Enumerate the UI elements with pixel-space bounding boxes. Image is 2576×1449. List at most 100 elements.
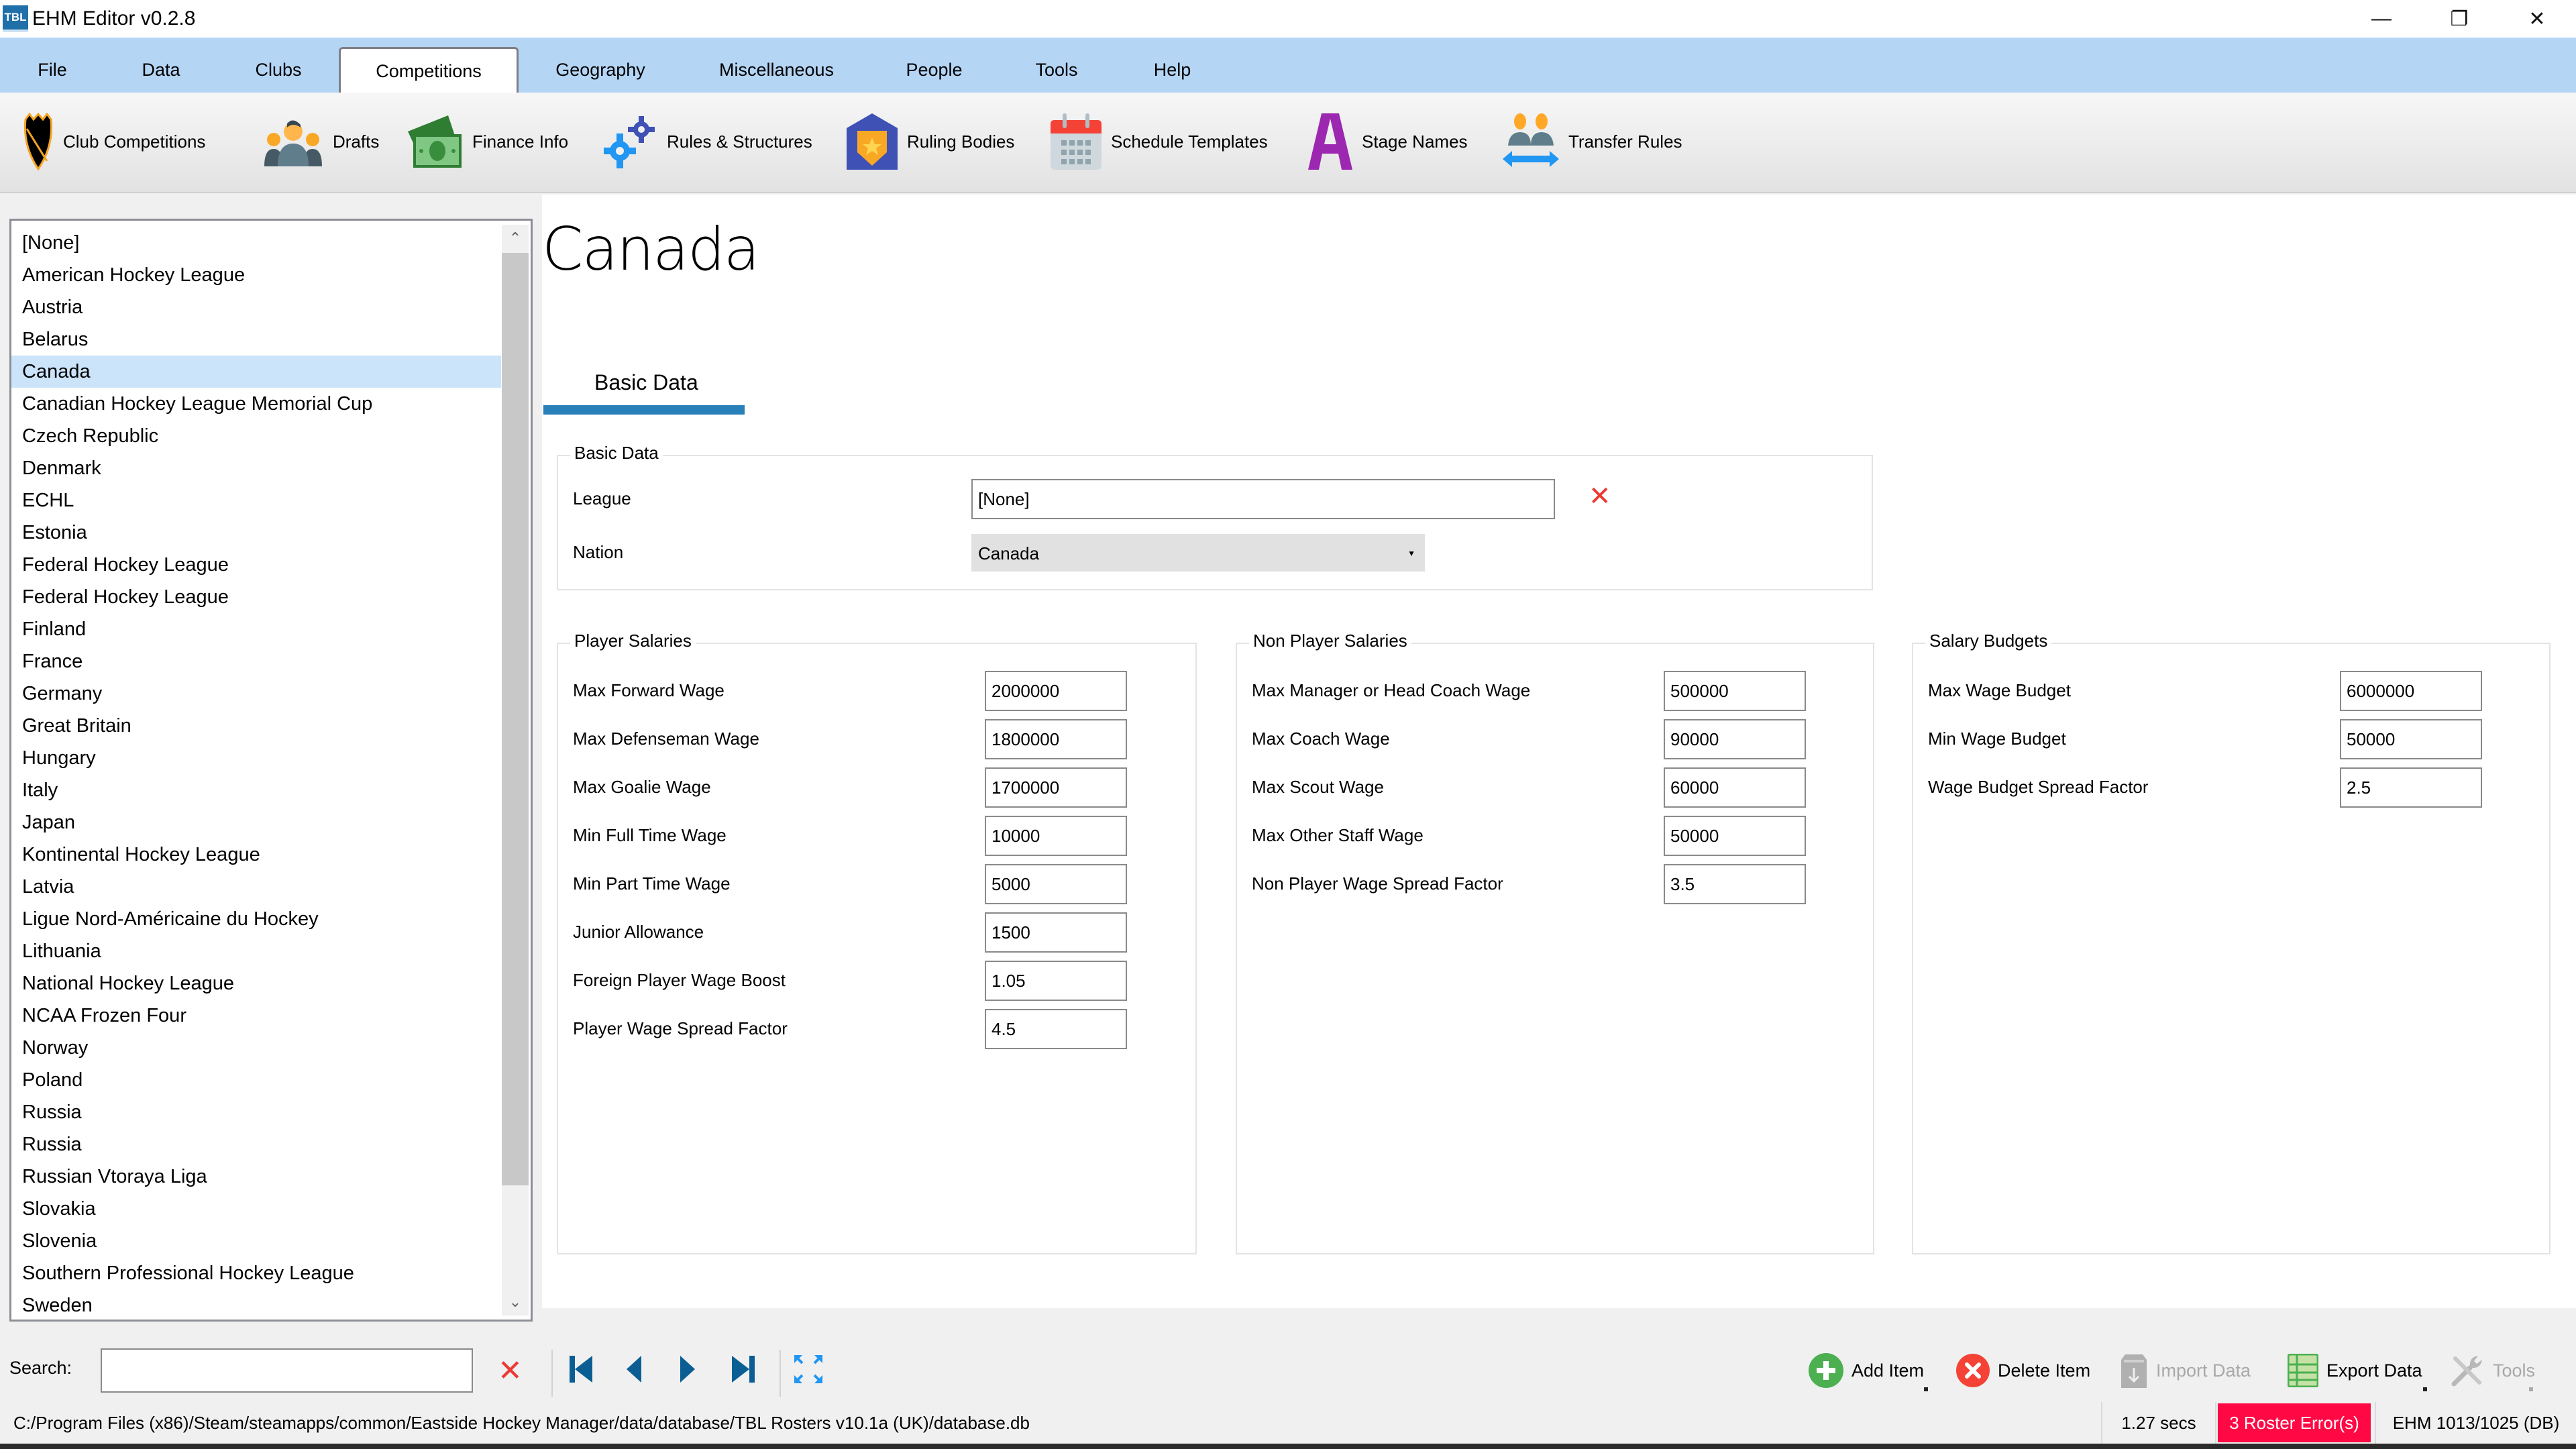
player-salary-input[interactable] (985, 864, 1127, 904)
list-item[interactable]: France (11, 645, 501, 678)
list-item[interactable]: Belarus (11, 323, 501, 356)
list-item[interactable]: American Hockey League (11, 259, 501, 291)
scrollbar-thumb[interactable] (502, 253, 529, 1185)
tab-tools[interactable]: Tools (1013, 47, 1100, 93)
previous-record-button[interactable] (617, 1352, 651, 1386)
player-salary-input[interactable] (985, 719, 1127, 759)
list-item[interactable]: ECHL (11, 484, 501, 517)
expand-button[interactable] (792, 1352, 825, 1386)
list-item[interactable]: Kontinental Hockey League (11, 839, 501, 871)
search-input[interactable] (101, 1348, 473, 1393)
scroll-up-icon[interactable]: ⌃ (502, 225, 529, 252)
list-item[interactable]: Federal Hockey League (11, 549, 501, 581)
non-player-salaries-group-title: Non Player Salaries (1249, 631, 1411, 651)
list-item[interactable]: Southern Professional Hockey League (11, 1257, 501, 1289)
player-salary-input[interactable] (985, 767, 1127, 808)
next-record-button[interactable] (671, 1352, 704, 1386)
league-field[interactable] (971, 479, 1555, 519)
list-item[interactable]: Germany (11, 678, 501, 710)
tab-data[interactable]: Data (121, 47, 201, 93)
tab-basic-data[interactable]: Basic Data (543, 370, 745, 415)
list-item[interactable]: Lithuania (11, 935, 501, 967)
list-item[interactable]: Ligue Nord-Américaine du Hockey (11, 903, 501, 935)
non-player-salary-input[interactable] (1664, 767, 1806, 808)
drafts-button[interactable]: Drafts (263, 111, 379, 172)
tools-button[interactable]: Tools (2450, 1348, 2535, 1393)
last-record-button[interactable] (726, 1352, 759, 1386)
list-item[interactable]: Finland (11, 613, 501, 645)
list-item[interactable]: Sweden (11, 1289, 501, 1320)
export-data-button[interactable]: Export Data (2288, 1348, 2427, 1393)
ruling-bodies-button[interactable]: Ruling Bodies (847, 111, 1014, 172)
league-clear-icon[interactable]: ✕ (1589, 483, 1611, 510)
list-item[interactable]: Denmark (11, 452, 501, 484)
list-item[interactable]: Slovakia (11, 1193, 501, 1225)
first-record-button[interactable] (565, 1352, 598, 1386)
list-item[interactable]: Japan (11, 806, 501, 839)
tab-miscellaneous[interactable]: Miscellaneous (698, 47, 855, 93)
delete-item-button[interactable]: Delete Item (1956, 1348, 2090, 1393)
list-item[interactable]: Latvia (11, 871, 501, 903)
player-salary-input[interactable] (985, 816, 1127, 856)
salary-budget-input[interactable] (2340, 671, 2482, 711)
competition-list[interactable]: [None] American Hockey League Austria Belar… (9, 219, 533, 1322)
list-item[interactable]: Estonia (11, 517, 501, 549)
list-item[interactable]: Italy (11, 774, 501, 806)
player-salary-row: Min Full Time Wage (558, 816, 1195, 856)
salary-budget-input[interactable] (2340, 719, 2482, 759)
add-item-button[interactable]: Add Item (1809, 1348, 1928, 1393)
salary-budget-input[interactable] (2340, 767, 2482, 808)
tab-clubs[interactable]: Clubs (235, 47, 322, 93)
player-salary-input[interactable] (985, 671, 1127, 711)
list-item[interactable]: Federal Hockey League (11, 581, 501, 613)
list-item[interactable]: Hungary (11, 742, 501, 774)
list-item[interactable]: Russia (11, 1128, 501, 1161)
import-data-button[interactable]: Import Data (2120, 1348, 2251, 1393)
list-item[interactable]: National Hockey League (11, 967, 501, 1000)
close-button[interactable]: ✕ (2498, 0, 2576, 38)
list-item[interactable]: Norway (11, 1032, 501, 1064)
player-salary-input[interactable] (985, 912, 1127, 953)
list-item[interactable]: Russia (11, 1096, 501, 1128)
tab-geography[interactable]: Geography (537, 47, 664, 93)
search-clear-icon[interactable]: ✕ (498, 1354, 523, 1388)
finance-info-button[interactable]: Finance Info (408, 111, 568, 172)
non-player-salary-input[interactable] (1664, 671, 1806, 711)
roster-errors-badge[interactable]: 3 Roster Error(s) (2218, 1403, 2371, 1442)
stage-names-button[interactable]: Stage Names (1308, 111, 1468, 172)
tab-file[interactable]: File (12, 47, 93, 93)
non-player-salary-input[interactable] (1664, 864, 1806, 904)
list-item[interactable]: Czech Republic (11, 420, 501, 452)
list-item[interactable]: [None] (11, 227, 501, 259)
transfer-rules-button[interactable]: Transfer Rules (1503, 111, 1682, 172)
club-competitions-button[interactable]: Club Competitions (23, 111, 205, 172)
rules-structures-button[interactable]: Rules & Structures (604, 111, 812, 172)
non-player-salary-input[interactable] (1664, 816, 1806, 856)
list-item[interactable]: Russian Vtoraya Liga (11, 1161, 501, 1193)
nation-select[interactable]: Canada ▼ (971, 534, 1425, 572)
minimize-button[interactable]: — (2343, 0, 2420, 38)
schedule-templates-button[interactable]: Schedule Templates (1051, 111, 1268, 172)
list-item[interactable]: Canadian Hockey League Memorial Cup (11, 388, 501, 420)
list-item[interactable]: Canada (11, 356, 501, 388)
gears-icon (604, 116, 655, 168)
list-item[interactable]: Slovenia (11, 1225, 501, 1257)
add-item-label: Add Item (1851, 1360, 1925, 1381)
tab-competitions[interactable]: Competitions (339, 47, 519, 94)
stage-names-label: Stage Names (1362, 131, 1468, 152)
list-scrollbar[interactable]: ⌃ ⌄ (502, 225, 529, 1316)
non-player-salary-input[interactable] (1664, 719, 1806, 759)
tab-people[interactable]: People (889, 47, 979, 93)
player-salary-input[interactable] (985, 1009, 1127, 1049)
list-item[interactable]: Austria (11, 291, 501, 323)
restore-button[interactable]: ❐ (2420, 0, 2498, 38)
separator (551, 1350, 553, 1397)
tab-help[interactable]: Help (1134, 47, 1211, 93)
player-salary-input[interactable] (985, 961, 1127, 1001)
list-item[interactable]: Poland (11, 1064, 501, 1096)
list-item[interactable]: Great Britain (11, 710, 501, 742)
salary-budget-label: Wage Budget Spread Factor (1928, 777, 2149, 797)
scroll-down-icon[interactable]: ⌄ (502, 1289, 529, 1316)
player-salary-label: Min Part Time Wage (573, 873, 731, 894)
list-item[interactable]: NCAA Frozen Four (11, 1000, 501, 1032)
